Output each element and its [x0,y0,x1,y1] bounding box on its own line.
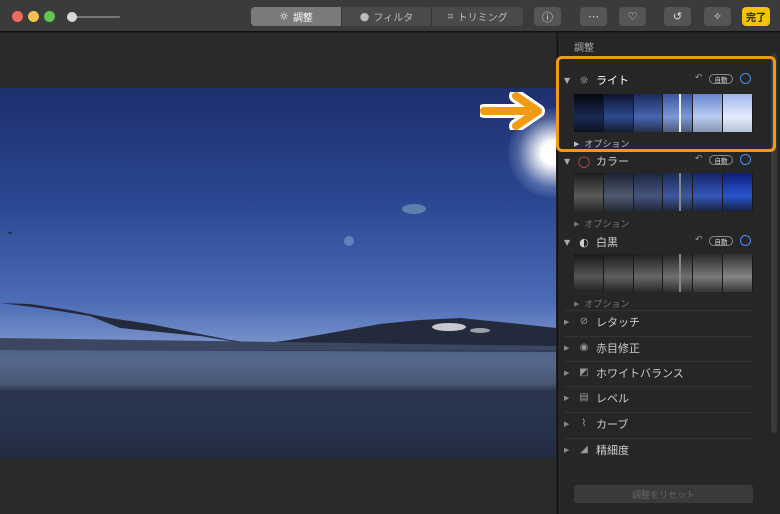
bandage-icon: ⊘ [579,316,589,327]
list-item-label: 赤目修正 [596,341,640,355]
filmstrip-marker[interactable] [679,254,681,292]
favorite-button[interactable]: ♡ [619,7,646,26]
half-circle-icon: ◐ [579,235,589,249]
disclosure-right-icon: ▶ [574,219,580,228]
edit-mode-segmented-control: ☼ 調整 ● フィルタ ⌗ トリミング [251,7,523,26]
auto-button-bw[interactable]: 自動 [709,236,733,246]
eye-icon: ◉ [579,342,589,353]
color-wheel-icon: ◯ [577,154,591,168]
reset-adjustments-button[interactable]: 調整をリセット [574,485,753,503]
disclosure-down-icon: ▼ [564,156,571,166]
undo-icon[interactable]: ↶ [695,154,703,164]
list-item-definition[interactable]: ▶ ◢ 精細度 [564,438,754,460]
disclosure-right-icon: ▶ [564,445,570,454]
tab-adjust[interactable]: ☼ 調整 [251,7,341,26]
magic-wand-icon: ✧ [712,10,723,23]
list-item-label: カーブ [596,417,629,431]
cloud [470,328,490,333]
bird-icon: ⌄ [6,226,15,237]
toggle-circle-color[interactable] [740,154,751,165]
disclosure-right-icon: ▶ [564,419,570,428]
undo-icon[interactable]: ↶ [695,235,703,245]
list-item-curves[interactable]: ▶ ⌇ カーブ [564,412,754,434]
list-item-levels[interactable]: ▶ ▤ レベル [564,386,754,408]
info-button[interactable]: ⓘ [534,7,561,26]
toolbar: ☼ 調整 ● フィルタ ⌗ トリミング ⓘ ⋯ ♡ ↺ ✧ 完了 [0,0,780,32]
disclosure-right-icon: ▶ [564,343,570,352]
enhance-button[interactable]: ✧ [704,7,731,26]
list-item-label: 精細度 [596,443,629,457]
list-item-retouch[interactable]: ▶ ⊘ レタッチ [564,310,754,332]
tab-filter-label: フィルタ [373,13,414,24]
disclosure-right-icon: ▶ [564,393,570,402]
more-icon: ⋯ [588,10,599,23]
rotate-button[interactable]: ↺ [664,7,691,26]
section-bw-header[interactable]: ▼ ◐ 白黒 [564,234,618,250]
info-icon: ⓘ [542,10,553,24]
toggle-circle-bw[interactable] [740,235,751,246]
minimize-window-button[interactable] [28,11,39,22]
lens-flare [402,204,426,214]
photo-canvas: ⌄ [0,33,556,514]
tab-adjust-label: 調整 [292,13,313,24]
section-bw-label: 白黒 [596,236,618,249]
crop-icon: ⌗ [447,9,454,23]
more-button[interactable]: ⋯ [580,7,607,26]
color-filmstrip-slider[interactable] [574,173,753,211]
edited-photo: ⌄ [0,88,556,458]
list-item-label: レベル [596,391,629,405]
tab-crop-label: トリミング [457,13,508,24]
levels-icon: ▤ [579,392,589,403]
section-color-header[interactable]: ▼ ◯ カラー [564,153,629,169]
definition-icon: ◢ [580,444,588,455]
disclosure-right-icon: ▶ [574,299,580,308]
disclosure-right-icon: ▶ [564,317,570,326]
highlight-frame [556,56,776,152]
done-button[interactable]: 完了 [742,7,770,26]
list-item-label: レタッチ [596,315,640,329]
lens-flare [344,236,354,246]
disclosure-down-icon: ▼ [564,237,571,247]
panel-title: 調整 [574,43,594,54]
filter-circles-icon: ● [359,10,370,23]
zoom-slider-knob[interactable] [67,12,77,22]
white-balance-icon: ◩ [579,367,589,378]
option-toggle-bw[interactable]: ▶ オプション [574,297,630,311]
tab-filter[interactable]: ● フィルタ [341,7,431,26]
heart-icon: ♡ [627,10,638,23]
close-window-button[interactable] [12,11,23,22]
auto-button-color[interactable]: 自動 [709,155,733,165]
list-item-white-balance[interactable]: ▶ ◩ ホワイトバランス [564,361,754,383]
arrow-right-icon [480,92,545,130]
tab-crop[interactable]: ⌗ トリミング [431,7,523,26]
list-item-label: ホワイトバランス [596,366,684,380]
sun-icon: ☼ [279,10,289,23]
option-label: オプション [584,300,630,310]
option-label: オプション [584,220,630,230]
cloud [432,323,466,331]
curves-icon: ⌇ [581,418,587,429]
list-item-red-eye[interactable]: ▶ ◉ 赤目修正 [564,336,754,358]
mountain-landscape [0,303,556,458]
section-color-label: カラー [596,155,629,168]
filmstrip-marker[interactable] [679,173,681,211]
bw-filmstrip-slider[interactable] [574,254,753,292]
disclosure-right-icon: ▶ [564,368,570,377]
rotate-icon: ↺ [672,10,683,23]
option-toggle-color[interactable]: ▶ オプション [574,217,630,231]
fullscreen-window-button[interactable] [44,11,55,22]
